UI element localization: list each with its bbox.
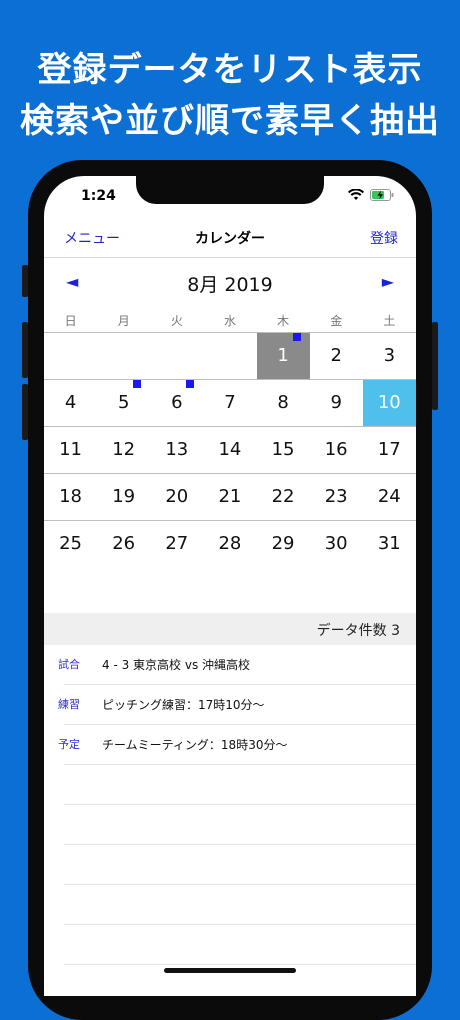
empty-row — [64, 925, 416, 965]
calendar-day[interactable]: 3 — [363, 333, 416, 379]
weekday-wed: 水 — [223, 314, 236, 328]
calendar-empty-cell — [203, 333, 256, 379]
calendar-day[interactable]: 8 — [257, 380, 310, 426]
entry-list: 試合 4 - 3 東京高校 vs 沖縄高校 練習 ピッチング練習：17時10分〜… — [44, 645, 416, 965]
record-count: データ件数 3 — [316, 623, 400, 639]
weekday-tue: 火 — [170, 314, 183, 328]
calendar-day[interactable]: 26 — [97, 521, 150, 567]
record-count-bar: データ件数 3 — [44, 613, 416, 645]
entry-description: チームミーティング：18時30分〜 — [102, 738, 288, 752]
calendar-day[interactable]: 22 — [257, 474, 310, 520]
calendar-week: 25 26 27 28 29 30 31 — [44, 520, 416, 567]
weekday-thu: 木 — [277, 314, 290, 328]
calendar-day[interactable]: 21 — [203, 474, 256, 520]
entry-description: 4 - 3 東京高校 vs 沖縄高校 — [102, 658, 251, 672]
volume-down-button — [22, 384, 28, 440]
calendar-day[interactable]: 30 — [310, 521, 363, 567]
month-title: 8月 2019 — [187, 274, 273, 296]
day-number: 1 — [277, 345, 289, 366]
calendar-day[interactable]: 2 — [310, 333, 363, 379]
day-number: 5 — [117, 392, 130, 413]
home-indicator — [164, 968, 296, 973]
calendar-day[interactable]: 4 — [44, 380, 97, 426]
page-title: カレンダー — [195, 231, 265, 247]
calendar-day[interactable]: 10 — [362, 380, 416, 426]
battery-charging-icon — [370, 189, 394, 201]
calendar-week: 4 5 6 7 8 9 10 — [44, 379, 416, 426]
list-item[interactable]: 試合 4 - 3 東京高校 vs 沖縄高校 — [58, 645, 416, 685]
calendar-day[interactable]: 14 — [203, 427, 256, 473]
volume-up-button — [22, 322, 28, 378]
weekday-sat: 土 — [383, 314, 396, 328]
status-time: 1:24 — [81, 188, 116, 204]
event-marker — [186, 380, 195, 388]
calendar-week: 11 12 13 14 15 16 17 — [44, 426, 416, 473]
calendar-day[interactable]: 23 — [310, 474, 363, 520]
month-header: ◄ 8月 2019 ► — [44, 266, 416, 300]
navigation-bar: メニュー カレンダー 登録 — [44, 222, 416, 254]
calendar-day[interactable]: 19 — [97, 474, 150, 520]
calendar-day[interactable]: 20 — [150, 474, 203, 520]
app-screen: 1:24 メニュー カレンダー 登録 ◄ 8月 2019 ► 日 月 火 水 木… — [44, 176, 416, 996]
nav-divider — [44, 257, 416, 258]
calendar-day[interactable]: 17 — [363, 427, 416, 473]
calendar-day[interactable]: 13 — [150, 427, 203, 473]
mute-switch — [22, 265, 28, 297]
calendar-day[interactable]: 6 — [150, 380, 203, 426]
calendar-day[interactable]: 11 — [44, 427, 97, 473]
day-number: 6 — [171, 392, 183, 413]
entry-kind: 予定 — [58, 738, 80, 751]
entry-description: ピッチング練習：17時10分〜 — [102, 698, 265, 712]
calendar-day[interactable]: 18 — [44, 474, 97, 520]
weekday-header: 日 月 火 水 木 金 土 — [44, 312, 416, 330]
entry-kind: 練習 — [58, 698, 80, 711]
side-button — [432, 322, 438, 410]
calendar-week: 123 — [44, 332, 416, 379]
calendar-grid: 1 2 3 4 5 6 7 8 9 10 11 12 13 14 15 16 17 18 19 20 21 22 23 24 2… — [44, 332, 416, 567]
calendar-empty-cell — [44, 333, 97, 379]
calendar-empty-cell — [150, 333, 203, 379]
entry-kind: 試合 — [58, 658, 80, 671]
calendar-day[interactable]: 28 — [203, 521, 256, 567]
calendar-day[interactable]: 16 — [310, 427, 363, 473]
event-marker — [133, 380, 142, 388]
empty-row — [64, 845, 416, 885]
event-marker — [292, 333, 301, 341]
calendar-empty-cell — [97, 333, 150, 379]
weekday-mon: 月 — [117, 314, 130, 328]
promo-headline-1: 登録データをリスト表示 — [37, 50, 423, 90]
register-button[interactable]: 登録 — [370, 228, 398, 248]
calendar-day[interactable]: 12 — [97, 427, 150, 473]
list-item[interactable]: 練習 ピッチング練習：17時10分〜 — [58, 685, 416, 725]
calendar-day[interactable]: 29 — [257, 521, 310, 567]
calendar-day[interactable]: 5 — [97, 380, 150, 426]
calendar-day[interactable]: 9 — [310, 380, 363, 426]
calendar-week: 18 19 20 21 22 23 24 — [44, 473, 416, 520]
promo-headline-2: 検索や並び順で素早く抽出 — [20, 101, 440, 141]
wifi-icon — [348, 189, 364, 200]
calendar-day[interactable]: 25 — [44, 521, 97, 567]
notch — [136, 176, 324, 204]
list-item[interactable]: 予定 チームミーティング：18時30分〜 — [58, 725, 416, 765]
empty-row — [64, 805, 416, 845]
next-month-button[interactable]: ► — [382, 272, 394, 291]
weekday-fri: 金 — [330, 314, 343, 328]
status-icons — [348, 188, 394, 202]
empty-row — [64, 885, 416, 925]
calendar-day[interactable]: 7 — [203, 380, 256, 426]
calendar-day[interactable]: 31 — [363, 521, 416, 567]
calendar-day[interactable]: 27 — [150, 521, 203, 567]
calendar-day[interactable]: 24 — [363, 474, 416, 520]
weekday-sun: 日 — [64, 314, 77, 328]
calendar-day[interactable]: 15 — [257, 427, 310, 473]
calendar-day[interactable]: 1 — [256, 333, 310, 379]
empty-row — [64, 765, 416, 805]
